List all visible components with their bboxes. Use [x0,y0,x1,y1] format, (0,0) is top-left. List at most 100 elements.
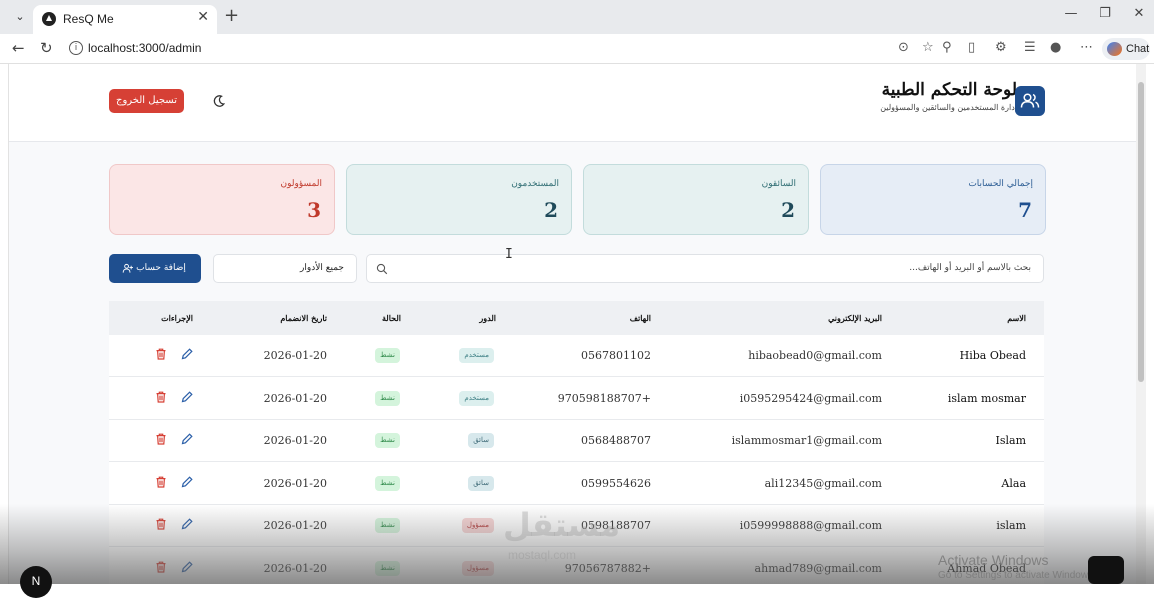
stat-value: 3 [307,198,321,222]
trash-icon[interactable] [154,517,168,531]
title-block: لوحة التحكم الطبية إدارة المستخدمين والس… [880,80,1017,112]
favorite-star-icon[interactable]: ☆ [922,40,934,55]
page-scrollbar[interactable] [1136,64,1146,584]
back-icon[interactable]: ← [12,39,25,57]
search-input[interactable]: بحث بالاسم أو البريد أو الهاتف... [366,254,1044,283]
table-row: Alaa ali12345@gmail.com 0599554626 سائق نشط 2… [109,462,1044,505]
stat-card-total-accounts: إجمالي الحسابات 7 [820,164,1046,235]
role-badge: سائق [468,475,494,491]
page-subtitle: إدارة المستخدمين والسائقين والمسؤولين [880,103,1017,112]
header-joined: تاريخ الانضمام [280,313,327,323]
cell-email: ali12345@gmail.com [764,476,882,490]
favorites-icon[interactable]: ☰ [1024,40,1036,55]
cell-email: i0599998888@gmail.com [739,519,882,532]
status-badge: نشط [375,475,400,491]
pencil-icon[interactable] [180,517,194,531]
users-icon [1020,93,1040,108]
cell-joined: 2026-01-20 [263,476,327,490]
activate-windows-title: Activate Windows [938,552,1049,568]
url-text: localhost:3000/admin [88,41,202,55]
location-icon[interactable]: ⚲ [942,40,952,55]
taskbar-app-icon[interactable] [1088,556,1124,584]
chat-label: Chat [1126,43,1150,55]
browser-tab-bar: ⌄ ResQ Me ✕ + — ❐ ✕ [0,0,1154,34]
copilot-chat-button[interactable]: Chat [1102,38,1150,60]
watermark-url: mostaql.com [508,548,577,562]
status-badge: نشط [375,433,400,448]
tab-close-icon[interactable]: ✕ [197,9,209,25]
cell-phone: 97056787882+ [564,561,651,575]
cell-email: ahmad789@gmail.com [754,561,882,575]
trash-icon[interactable] [154,475,168,489]
trash-icon[interactable] [154,432,168,446]
logo [1015,86,1045,116]
header-email: البريد الإلكتروني [828,313,882,323]
cell-joined: 2026-01-20 [263,434,327,447]
cell-joined: 2026-01-20 [263,391,327,405]
scrollbar-thumb[interactable] [1138,82,1144,382]
header-phone: الهاتف [629,313,651,323]
stat-label: المسؤولون [280,179,322,189]
nextjs-dev-badge[interactable]: N [20,566,52,598]
reload-icon[interactable]: ↻ [40,39,53,57]
cell-joined: 2026-01-20 [263,561,327,575]
role-badge: مستخدم [459,390,494,406]
pencil-icon[interactable] [180,432,194,446]
profile-avatar-icon[interactable]: ● [1050,40,1061,55]
tab-list-dropdown-icon[interactable]: ⌄ [10,8,30,26]
reading-view-icon[interactable]: ▯ [968,40,975,55]
cell-name: islam [996,519,1026,532]
cell-name: Alaa [1001,476,1026,490]
trash-icon[interactable] [154,390,168,404]
activate-windows-subtitle: Go to Settings to activate Windows. [938,570,1096,581]
site-info-icon[interactable]: i [69,41,83,55]
header-name: الاسم [1007,313,1026,323]
minimize-icon[interactable]: — [1056,6,1086,21]
pencil-icon[interactable] [180,347,194,361]
role-badge: مسؤول [461,560,494,576]
table-row: islam mosmar i0595295424@gmail.com 9705981… [109,377,1044,420]
cell-email: islammosmar1@gmail.com [731,434,882,447]
pencil-icon[interactable] [180,390,194,404]
header-role: الدور [479,313,496,323]
cell-phone: 0567801102 [581,349,651,362]
header-actions: الإجراءات [161,313,193,323]
stat-value: 7 [1018,198,1032,222]
trash-icon[interactable] [154,560,168,574]
add-account-button[interactable]: إضافة حساب [109,254,201,283]
extensions-icon[interactable]: ⚙ [995,40,1007,55]
trash-icon[interactable] [154,347,168,361]
add-account-label: إضافة حساب [136,263,186,273]
stat-value: 2 [781,198,795,222]
cell-joined: 2026-01-20 [263,349,327,362]
search-placeholder: بحث بالاسم أو البريد أو الهاتف... [909,263,1031,273]
stat-label: المستخدمون [511,179,559,189]
moon-icon[interactable] [211,93,227,109]
browser-address-bar: ← ↻ i localhost:3000/admin ⊙ ☆ ⚲ ▯ ⚙ ☰ ●… [0,34,1154,64]
stat-card-users: المستخدمون 2 [346,164,572,235]
browser-tab[interactable]: ResQ Me ✕ [33,5,217,34]
status-badge: نشط [375,390,400,406]
role-filter-select[interactable]: جميع الأدوار [213,254,357,283]
tab-favicon-icon [42,12,56,26]
settings-menu-icon[interactable]: ⋯ [1080,40,1093,55]
table-row: Hiba Obead hibaobead0@gmail.com 0567801102… [109,335,1044,377]
logout-button[interactable]: تسجيل الخروج [109,89,184,113]
cell-name: islam mosmar [947,391,1026,405]
pencil-icon[interactable] [180,560,194,574]
cell-email: i0595295424@gmail.com [739,391,882,405]
pencil-icon[interactable] [180,475,194,489]
restore-icon[interactable]: ❐ [1090,6,1120,21]
stat-label: السائقون [761,179,796,189]
role-badge: مستخدم [459,348,494,363]
cell-phone: 970598188707+ [557,391,651,405]
status-badge: نشط [375,518,400,533]
url-field[interactable]: i localhost:3000/admin [64,37,964,61]
table-row: Islam islammosmar1@gmail.com 0568488707 سائ… [109,420,1044,462]
more-options-icon[interactable]: ⊙ [898,40,909,55]
user-plus-icon [122,263,133,273]
window-close-icon[interactable]: ✕ [1124,6,1154,21]
cell-phone: 0599554626 [581,476,651,490]
new-tab-icon[interactable]: + [224,5,239,26]
cell-joined: 2026-01-20 [263,519,327,532]
